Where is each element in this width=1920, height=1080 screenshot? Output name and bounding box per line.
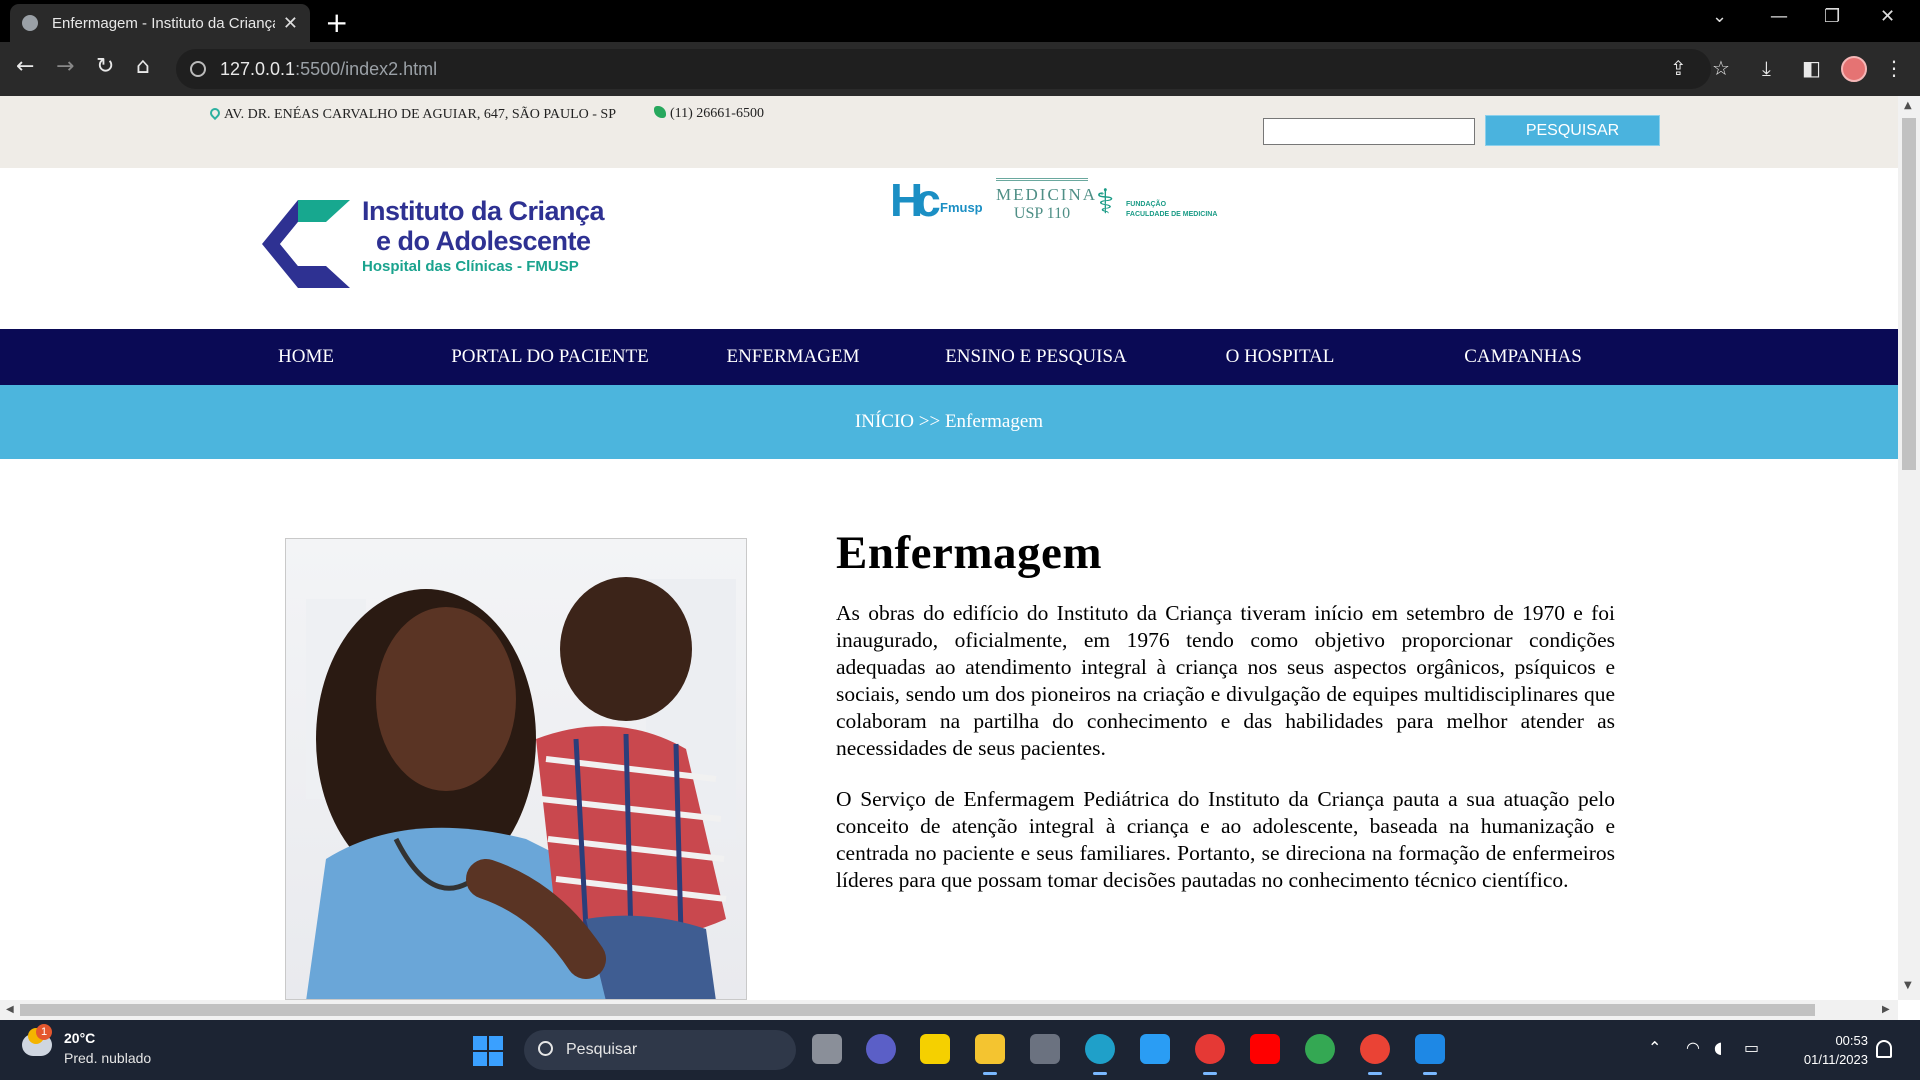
- windows-start-icon[interactable]: [473, 1036, 503, 1066]
- clock-time: 00:53: [1835, 1033, 1868, 1048]
- hc-caption: Fmusp: [940, 200, 983, 215]
- new-tab-button[interactable]: +: [325, 6, 348, 39]
- share-icon[interactable]: ⇪: [1670, 56, 1687, 80]
- main-navigation: HOME PORTAL DO PACIENTE ENFERMAGEM ENSIN…: [0, 329, 1898, 385]
- minimize-icon[interactable]: —: [1770, 6, 1788, 27]
- nav-item-campanhas[interactable]: CAMPANHAS: [1423, 329, 1623, 385]
- side-panel-icon[interactable]: ◧: [1802, 56, 1821, 80]
- restore-icon[interactable]: ❐: [1824, 6, 1840, 27]
- hc-logo-icon: Hc: [890, 174, 941, 226]
- fundacao-line-2: FACULDADE DE MEDICINA: [1126, 211, 1218, 218]
- site-info-icon[interactable]: [190, 61, 206, 77]
- weather-badge: 1: [36, 1024, 52, 1040]
- taskbar-search-label: Pesquisar: [566, 1041, 638, 1058]
- institute-logo-text[interactable]: Instituto da Criança e do Adolescente Ho…: [362, 196, 605, 275]
- wifi-icon[interactable]: ◠: [1686, 1038, 1700, 1057]
- medicina-usp-logo: MEDICINA USP 110: [996, 178, 1095, 223]
- calculator-icon[interactable]: [1030, 1034, 1060, 1064]
- paragraph-service: O Serviço de Enfermagem Pediátrica do In…: [836, 787, 1615, 892]
- sticky-notes-icon[interactable]: [920, 1034, 950, 1064]
- download-icon[interactable]: ⤓: [1762, 56, 1771, 80]
- address-info: AV. DR. ENÉAS CARVALHO DE AGUIAR, 647, S…: [207, 105, 630, 123]
- windows-taskbar: 1 20°C Pred. nublado Pesquisar ⌃ ◠ ◖ ▭ 0…: [0, 1020, 1920, 1080]
- browser-toolbar: ← → ↻ ⌂ 127.0.0.1 :5500/index2.html ⇪ ☆ …: [0, 42, 1920, 96]
- close-tab-icon[interactable]: ✕: [283, 13, 298, 34]
- contact-bar: AV. DR. ENÉAS CARVALHO DE AGUIAR, 647, S…: [0, 96, 1898, 168]
- globe-icon: [22, 15, 38, 31]
- profile-avatar[interactable]: [1841, 56, 1867, 82]
- reload-icon[interactable]: ↻: [96, 54, 114, 79]
- medicina-title: MEDICINA: [996, 178, 1095, 205]
- fundacao-logo-text: FUNDAÇÃO FACULDADE DE MEDICINA: [1126, 200, 1217, 220]
- search-button[interactable]: PESQUISAR: [1485, 115, 1660, 146]
- logo-line-1: Instituto da Criança: [362, 196, 605, 226]
- medicina-subtitle: USP 110: [1013, 205, 1071, 222]
- system-clock[interactable]: 00:53 01/11/2023: [1780, 1031, 1868, 1069]
- url-path: :5500/index2.html: [295, 58, 438, 79]
- address-bar[interactable]: 127.0.0.1 :5500/index2.html: [176, 49, 1711, 89]
- caduceus-icon: ⚕: [1096, 182, 1115, 222]
- location-pin-icon: [207, 105, 223, 121]
- nav-item-portal-do-paciente[interactable]: PORTAL DO PACIENTE: [428, 329, 672, 385]
- taskbar-search[interactable]: Pesquisar: [524, 1030, 796, 1070]
- breadcrumb[interactable]: INÍCIO >> Enfermagem: [0, 385, 1898, 459]
- edge-browser-icon[interactable]: [1085, 1034, 1115, 1075]
- site-search-input[interactable]: [1263, 118, 1475, 145]
- logo-line-3: Hospital das Clínicas - FMUSP: [362, 258, 579, 275]
- vscode-icon[interactable]: [1415, 1034, 1445, 1075]
- browser-tab-strip: Enfermagem - Instituto da Criança ✕ + ⌄ …: [0, 0, 1920, 42]
- youtube-icon[interactable]: [1250, 1034, 1280, 1064]
- content-section: Enfermagem As obras do edifício do Insti…: [836, 526, 1615, 918]
- institute-logo-icon[interactable]: [262, 200, 350, 288]
- address-text: AV. DR. ENÉAS CARVALHO DE AGUIAR, 647, S…: [224, 107, 616, 122]
- close-window-icon[interactable]: ✕: [1880, 6, 1895, 27]
- scroll-left-icon[interactable]: ◀: [6, 1004, 14, 1015]
- logo-line-2: e do Adolescente: [376, 226, 591, 256]
- menu-kebab-icon[interactable]: ⋮: [1884, 56, 1904, 80]
- scroll-down-icon[interactable]: ▼: [1904, 980, 1912, 991]
- teams-chat-icon[interactable]: [866, 1034, 896, 1064]
- partner-logos: Hc Fmusp MEDICINA USP 110 ⚕ FUNDAÇÃO FAC…: [890, 174, 1220, 234]
- task-view-icon[interactable]: [812, 1034, 842, 1064]
- chrome-profile-icon[interactable]: [1360, 1034, 1390, 1075]
- file-explorer-icon[interactable]: [975, 1034, 1005, 1075]
- volume-icon[interactable]: ◖: [1714, 1038, 1722, 1057]
- icloud-icon[interactable]: [1140, 1034, 1170, 1064]
- vertical-scrollbar[interactable]: ▲ ▼: [1898, 96, 1920, 1000]
- fundacao-line-1: FUNDAÇÃO: [1126, 201, 1167, 208]
- tab-title: Enfermagem - Instituto da Criança: [52, 14, 275, 32]
- forward-icon[interactable]: →: [56, 54, 74, 79]
- youtube-music-icon[interactable]: [1195, 1034, 1225, 1075]
- weather-description: Pred. nublado: [64, 1050, 152, 1066]
- page-viewport: AV. DR. ENÉAS CARVALHO DE AGUIAR, 647, S…: [0, 96, 1898, 1000]
- phone-info: (11) 26661-6500: [654, 106, 764, 122]
- nav-item-ensino-e-pesquisa[interactable]: ENSINO E PESQUISA: [917, 329, 1155, 385]
- nav-item-enfermagem[interactable]: ENFERMAGEM: [693, 329, 893, 385]
- phone-text: (11) 26661-6500: [670, 106, 764, 121]
- weather-temperature: 20°C: [64, 1030, 96, 1046]
- url-host: 127.0.0.1: [220, 58, 296, 79]
- nav-item-o-hospital[interactable]: O HOSPITAL: [1180, 329, 1380, 385]
- scroll-right-icon[interactable]: ▶: [1882, 1004, 1890, 1015]
- page-title: Enfermagem: [836, 527, 1103, 579]
- nav-item-home[interactable]: HOME: [206, 329, 406, 385]
- phone-icon: [654, 106, 666, 118]
- tab-search-icon[interactable]: ⌄: [1712, 6, 1727, 27]
- nurse-holding-baby-photo: [285, 538, 747, 1000]
- clock-date: 01/11/2023: [1803, 1052, 1868, 1067]
- home-icon[interactable]: ⌂: [136, 54, 150, 79]
- search-icon: [538, 1041, 553, 1056]
- horizontal-scroll-thumb[interactable]: [20, 1004, 1815, 1016]
- browser-tab[interactable]: Enfermagem - Instituto da Criança ✕: [10, 4, 310, 42]
- battery-icon[interactable]: ▭: [1744, 1038, 1759, 1057]
- horizontal-scrollbar[interactable]: ◀ ▶: [0, 1000, 1898, 1020]
- vertical-scroll-thumb[interactable]: [1902, 118, 1916, 470]
- chevron-up-icon[interactable]: ⌃: [1648, 1038, 1661, 1057]
- scroll-up-icon[interactable]: ▲: [1904, 100, 1912, 111]
- notification-bell-icon[interactable]: [1876, 1040, 1892, 1058]
- chrome-icon[interactable]: [1305, 1034, 1335, 1064]
- bookmark-star-icon[interactable]: ☆: [1712, 56, 1730, 80]
- paragraph-history: As obras do edifício do Instituto da Cri…: [836, 601, 1615, 760]
- back-icon[interactable]: ←: [16, 54, 34, 79]
